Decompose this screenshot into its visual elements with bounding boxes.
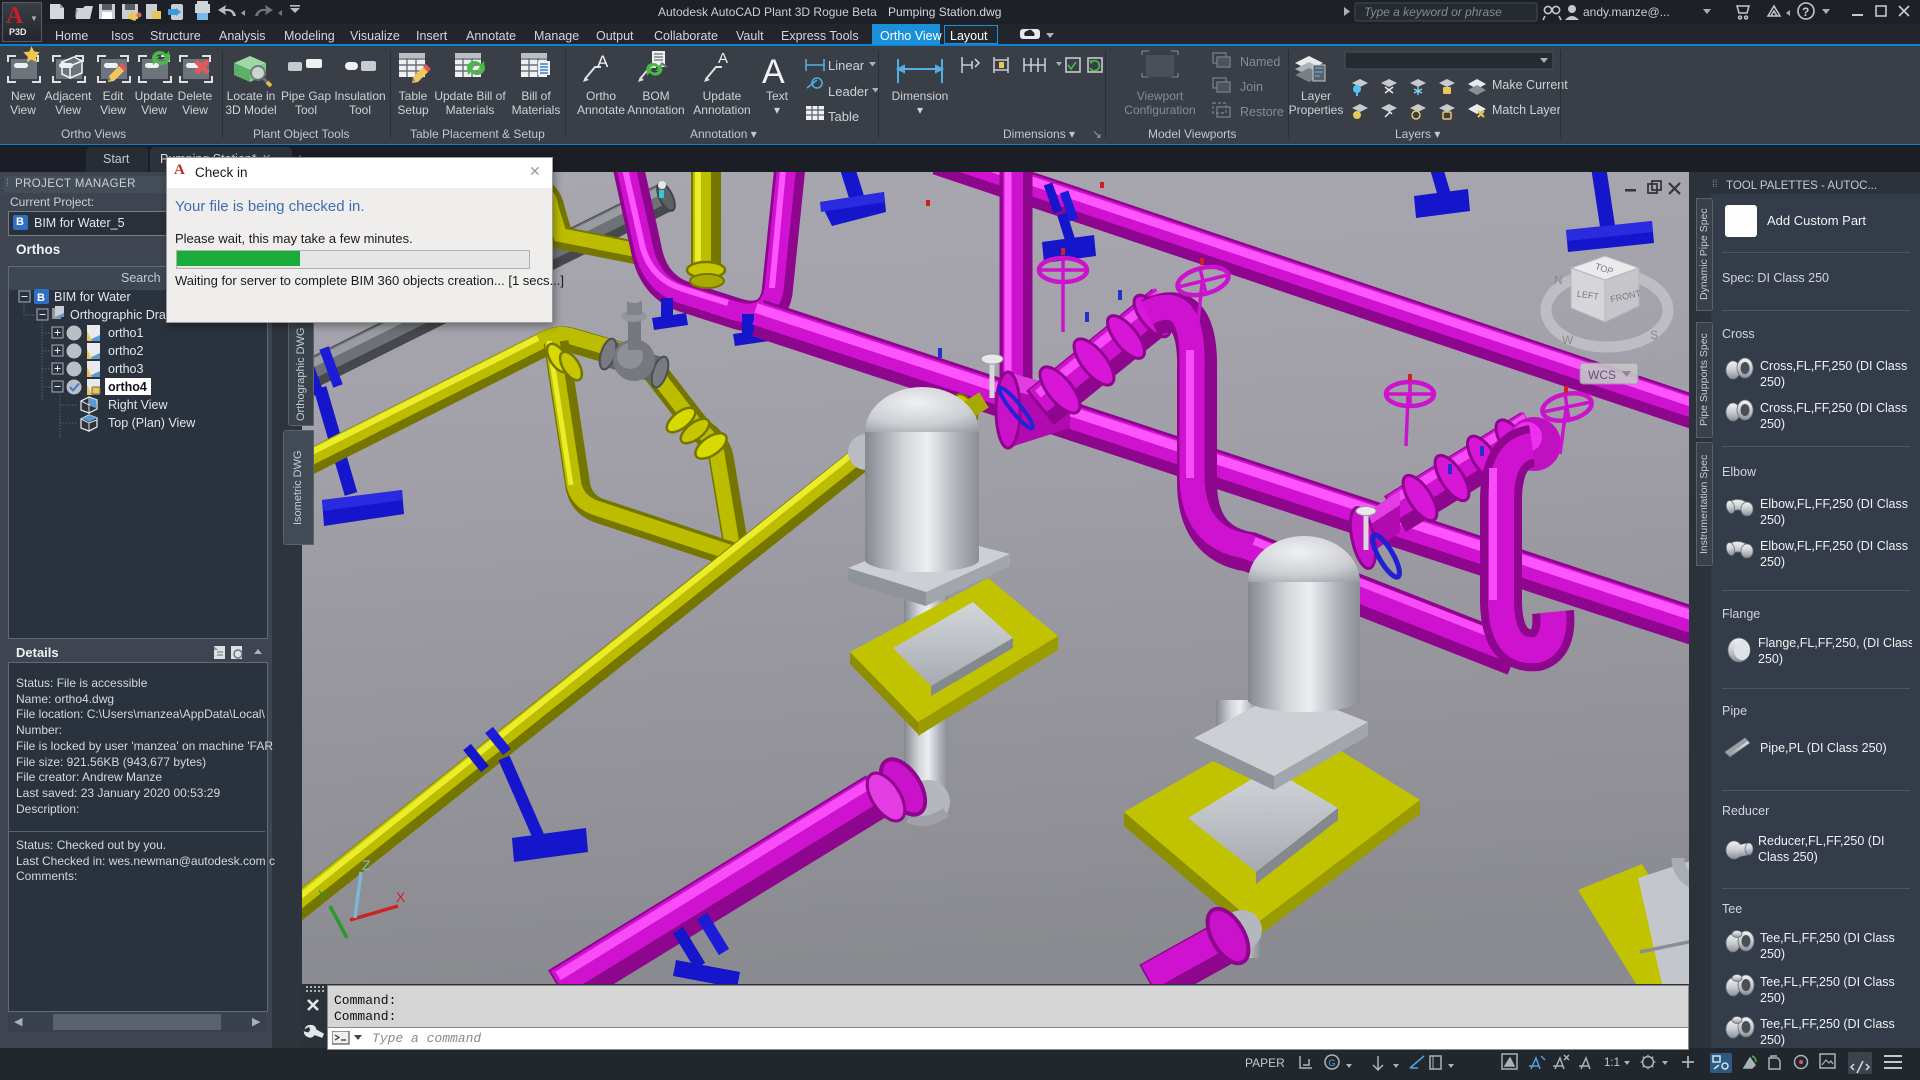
svg-text:Elbow,FL,FF,250 (DI Class: Elbow,FL,FF,250 (DI Class: [1760, 497, 1908, 511]
svg-text:250): 250): [1760, 513, 1785, 527]
svg-text:1:1: 1:1: [1604, 1057, 1620, 1069]
svg-text:Class 250): Class 250): [1758, 850, 1818, 864]
svg-text:Top (Plan) View: Top (Plan) View: [108, 416, 196, 430]
svg-text:BIM for Water: BIM for Water: [54, 290, 131, 304]
svg-text:Linear: Linear: [828, 58, 865, 73]
svg-text:?: ?: [1802, 5, 1809, 19]
svg-text:G: G: [1329, 1058, 1336, 1068]
svg-text:Elbow,FL,FF,250 (DI Class: Elbow,FL,FF,250 (DI Class: [1760, 539, 1908, 553]
svg-text:Table: Table: [828, 109, 859, 124]
svg-text:A: A: [762, 53, 785, 91]
svg-text:Pumping Station.dwg: Pumping Station.dwg: [888, 5, 1001, 19]
svg-text:Flange,FL,FF,250, (DI Class: Flange,FL,FF,250, (DI Class: [1758, 636, 1912, 650]
svg-text:Y: Y: [318, 887, 328, 903]
svg-text:ortho4: ortho4: [108, 380, 147, 394]
svg-text:Leader: Leader: [828, 84, 869, 99]
svg-text:B: B: [37, 292, 45, 304]
svg-text:Reducer,FL,FF,250 (DI: Reducer,FL,FF,250 (DI: [1758, 834, 1884, 848]
svg-text:ortho3: ortho3: [108, 362, 143, 376]
svg-text:250): 250): [1760, 1033, 1785, 1047]
svg-text:S: S: [1650, 328, 1658, 342]
svg-text:A: A: [597, 52, 609, 71]
svg-text:250): 250): [1760, 417, 1785, 431]
svg-text:ortho1: ortho1: [108, 326, 143, 340]
svg-text:Type a keyword or phrase: Type a keyword or phrase: [1364, 5, 1502, 19]
svg-text:250): 250): [1758, 652, 1783, 666]
svg-text:250): 250): [1760, 555, 1785, 569]
svg-text:Autodesk AutoCAD Plant 3D Rogu: Autodesk AutoCAD Plant 3D Rogue Beta: [658, 5, 877, 19]
svg-text:X: X: [396, 889, 406, 905]
svg-text:Cross,FL,FF,250 (DI Class: Cross,FL,FF,250 (DI Class: [1760, 359, 1907, 373]
svg-text:W: W: [1562, 333, 1574, 347]
svg-text:Tee,FL,FF,250 (DI Class: Tee,FL,FF,250 (DI Class: [1760, 931, 1895, 945]
svg-text:ortho2: ortho2: [108, 344, 143, 358]
svg-text:Cross,FL,FF,250 (DI Class: Cross,FL,FF,250 (DI Class: [1760, 401, 1907, 415]
svg-text:250): 250): [1760, 375, 1785, 389]
svg-text:andy.manze@...: andy.manze@...: [1583, 5, 1670, 19]
svg-text:Make Current: Make Current: [1492, 78, 1568, 92]
svg-text:Pipe,PL (DI Class 250): Pipe,PL (DI Class 250): [1760, 741, 1887, 755]
svg-text:N: N: [1554, 273, 1563, 287]
svg-text:Z: Z: [362, 857, 371, 873]
svg-text:250): 250): [1760, 947, 1785, 961]
svg-text:A: A: [718, 50, 728, 67]
svg-text:Tee,FL,FF,250 (DI Class: Tee,FL,FF,250 (DI Class: [1760, 1017, 1895, 1031]
svg-text:Right View: Right View: [108, 398, 168, 412]
svg-text:Match Layer: Match Layer: [1492, 103, 1561, 117]
svg-text:Tee,FL,FF,250 (DI Class: Tee,FL,FF,250 (DI Class: [1760, 975, 1895, 989]
svg-text:WCS: WCS: [1588, 368, 1616, 382]
svg-text:250): 250): [1760, 991, 1785, 1005]
